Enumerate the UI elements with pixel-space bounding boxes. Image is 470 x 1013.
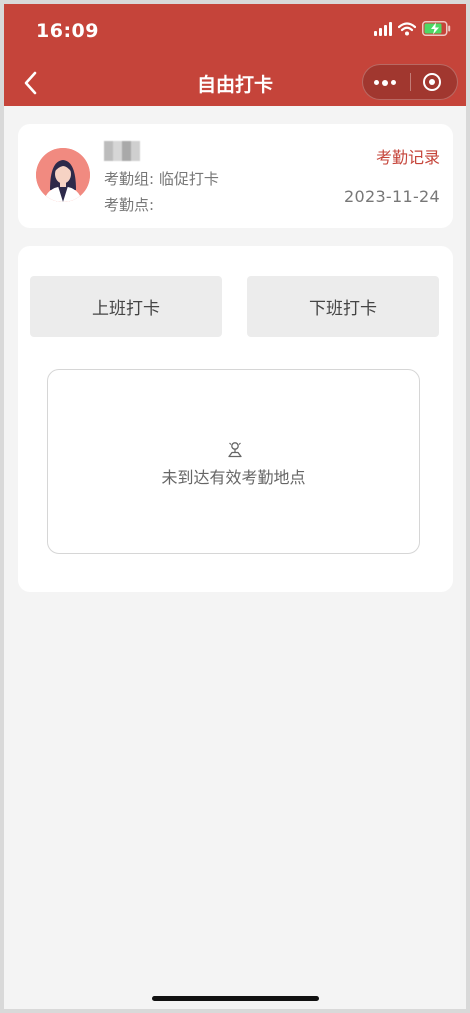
punch-card: 上班打卡 下班打卡 未到达有效考勤地点 (18, 246, 453, 592)
avatar (36, 148, 90, 202)
user-name-masked (104, 141, 140, 161)
app-header: 16:09 自由打卡 (4, 4, 466, 106)
capsule-divider (410, 73, 411, 91)
home-indicator (152, 996, 319, 1001)
location-status-text: 未到达有效考勤地点 (161, 468, 306, 487)
clock-out-button[interactable]: 下班打卡 (247, 276, 439, 337)
attendance-group-label: 考勤组: 临促打卡 (104, 170, 219, 188)
attendance-point-label: 考勤点: (104, 196, 155, 214)
location-marker-icon (228, 442, 242, 458)
signal-icon (374, 21, 392, 36)
close-target-icon[interactable] (423, 73, 441, 91)
profile-card: 考勤组: 临促打卡 考勤点: 考勤记录 2023-11-24 (18, 124, 453, 228)
user-avatar-icon (36, 148, 90, 202)
mini-program-capsule (362, 64, 458, 100)
more-icon[interactable] (374, 79, 396, 86)
status-time: 16:09 (36, 20, 99, 42)
clock-in-button[interactable]: 上班打卡 (30, 276, 222, 337)
battery-charging-icon (422, 21, 451, 36)
wifi-icon (398, 21, 416, 35)
attendance-records-link[interactable]: 考勤记录 (376, 144, 440, 168)
status-icons (374, 21, 452, 36)
location-status-box: 未到达有效考勤地点 (47, 369, 420, 554)
date-text: 2023-11-24 (344, 187, 440, 206)
